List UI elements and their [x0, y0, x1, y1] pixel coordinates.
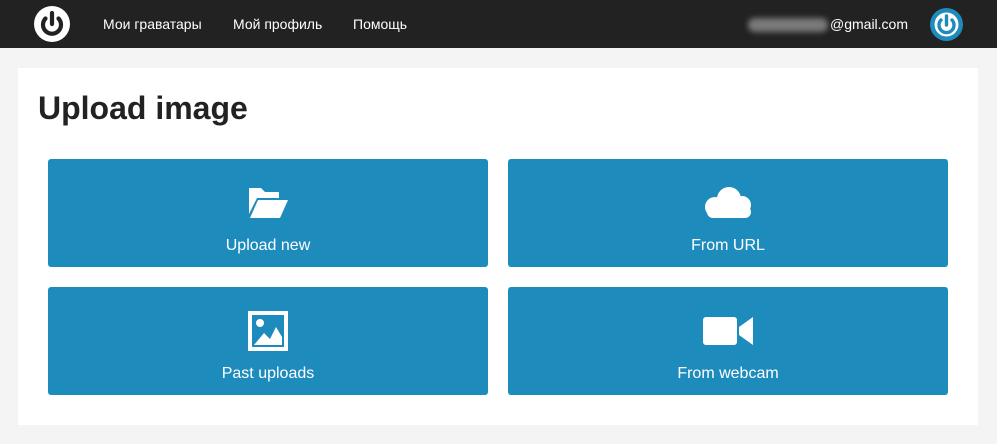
from-webcam-label: From webcam	[677, 365, 779, 382]
upload-panel: Upload image Upload new From URL Past up…	[18, 68, 978, 425]
cloud-icon	[699, 183, 757, 223]
from-webcam-button[interactable]: From webcam	[508, 287, 948, 395]
past-uploads-label: Past uploads	[221, 365, 315, 382]
email-domain: @gmail.com	[830, 16, 909, 32]
account-email[interactable]: @gmail.com	[748, 16, 909, 33]
image-icon	[248, 311, 288, 351]
video-camera-icon	[703, 311, 753, 351]
nav-my-gravatars[interactable]: Мои граватары	[103, 16, 202, 32]
from-url-button[interactable]: From URL	[508, 159, 948, 267]
nav-help[interactable]: Помощь	[353, 16, 407, 32]
gravatar-logo-icon[interactable]	[34, 6, 70, 42]
upload-new-label: Upload new	[225, 237, 311, 254]
page-title: Upload image	[38, 90, 248, 126]
from-url-label: From URL	[691, 237, 765, 254]
folder-open-icon	[247, 183, 289, 223]
top-navbar: Мои граватары Мой профиль Помощь @gmail.…	[0, 0, 997, 48]
nav-my-profile[interactable]: Мой профиль	[233, 16, 322, 32]
past-uploads-button[interactable]: Past uploads	[48, 287, 488, 395]
upload-new-button[interactable]: Upload new	[48, 159, 488, 267]
email-redacted	[748, 18, 828, 33]
gravatar-avatar-icon[interactable]	[930, 8, 963, 41]
